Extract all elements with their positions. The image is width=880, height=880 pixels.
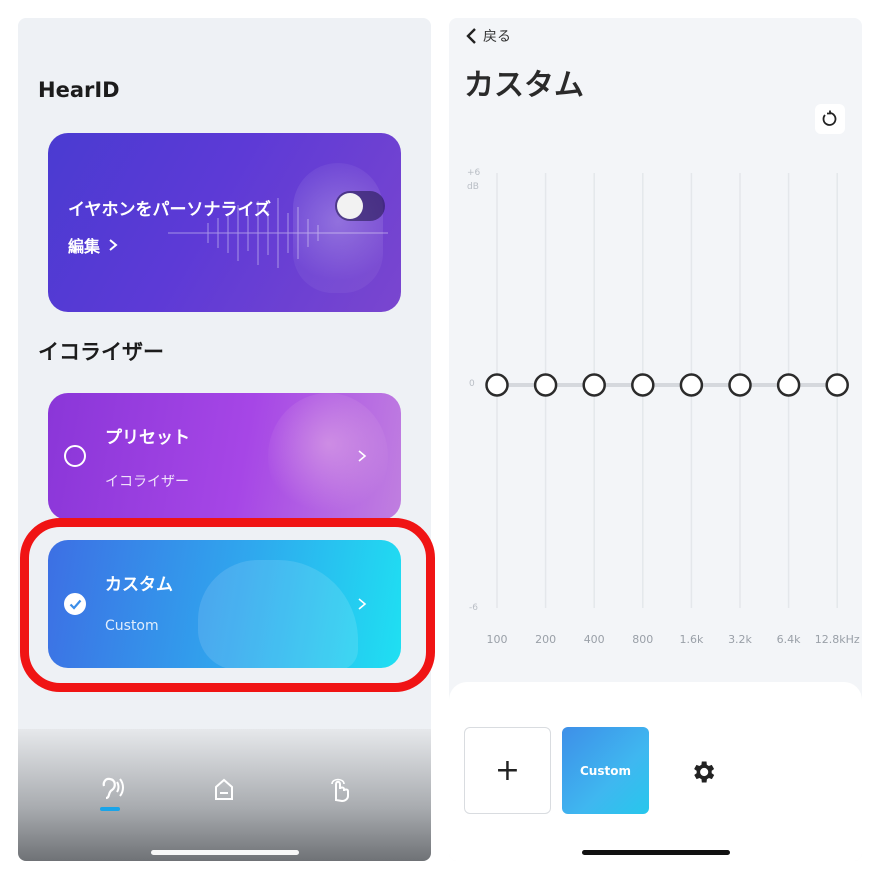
eq-band-handle[interactable] (533, 373, 558, 397)
personalize-toggle[interactable] (335, 191, 385, 221)
eq-band-handle[interactable] (485, 373, 509, 397)
gear-icon[interactable] (689, 758, 717, 786)
nav-active-indicator (100, 807, 120, 811)
home-icon[interactable] (209, 774, 239, 804)
chevron-right-icon (109, 239, 118, 251)
eq-band-handle[interactable] (825, 373, 849, 397)
back-button[interactable]: 戻る (465, 26, 511, 46)
touch-gesture-icon[interactable] (324, 774, 354, 804)
hearid-title: HearID (38, 78, 120, 102)
chevron-left-icon (466, 28, 476, 44)
eq-band-handle[interactable] (728, 373, 752, 397)
edit-label: 編集 (68, 237, 101, 256)
hearid-screen: HearID イヤホンをパーソナライズ 編集 イコライザー プリセット イコライ… (18, 18, 431, 861)
equalizer-graph: +6 dB 0 -6 100 200 400 800 1.6k 3.2k 6.4k 12.8k… (449, 158, 862, 678)
eq-frequency-label: 3.2k (728, 633, 752, 646)
bottom-nav (18, 729, 431, 861)
home-indicator (151, 850, 299, 855)
back-label: 戻る (483, 29, 511, 45)
toggle-knob (337, 193, 363, 219)
custom-preset-tile[interactable]: Custom (562, 727, 649, 814)
personalize-card[interactable]: イヤホンをパーソナライズ 編集 (48, 133, 401, 312)
eq-band-handle[interactable] (679, 373, 704, 397)
eq-frequency-label: 400 (583, 633, 605, 646)
eq-band-handle[interactable] (631, 373, 655, 397)
chevron-right-icon (358, 450, 367, 462)
preset-radio[interactable] (64, 445, 86, 467)
eq-sliders (485, 173, 849, 608)
eq-band-handle[interactable] (776, 373, 801, 397)
page-title: カスタム (464, 68, 584, 103)
preset-title: プリセット (105, 428, 190, 448)
personalize-label: イヤホンをパーソナライズ (68, 200, 271, 220)
home-indicator (582, 850, 730, 855)
reset-icon (822, 110, 837, 126)
highlight-circle (20, 518, 435, 692)
preset-card[interactable]: プリセット イコライザー (48, 393, 401, 520)
ear-icon[interactable] (96, 774, 126, 804)
edit-link[interactable]: 編集 (68, 233, 118, 257)
eq-frequency-label: 1.6k (679, 633, 704, 646)
equalizer-title: イコライザー (38, 340, 164, 364)
eq-band-handle[interactable] (582, 373, 606, 397)
reset-button[interactable] (815, 104, 845, 134)
person-image (268, 393, 388, 520)
eq-frequency-label: 12.8kHz (814, 633, 860, 646)
eq-frequency-label: 200 (535, 633, 557, 646)
preset-tray: + Custom (449, 682, 862, 861)
custom-eq-screen: 戻る カスタム +6 dB 0 -6 100 200 400 800 1.6k 3.2k 6… (449, 18, 862, 861)
eq-frequency-label: 6.4k (776, 633, 801, 646)
eq-frequency-label: 100 (486, 633, 508, 646)
eq-frequency-label: 800 (632, 633, 654, 646)
add-preset-button[interactable]: + (464, 727, 551, 814)
preset-subtitle: イコライザー (105, 474, 189, 490)
